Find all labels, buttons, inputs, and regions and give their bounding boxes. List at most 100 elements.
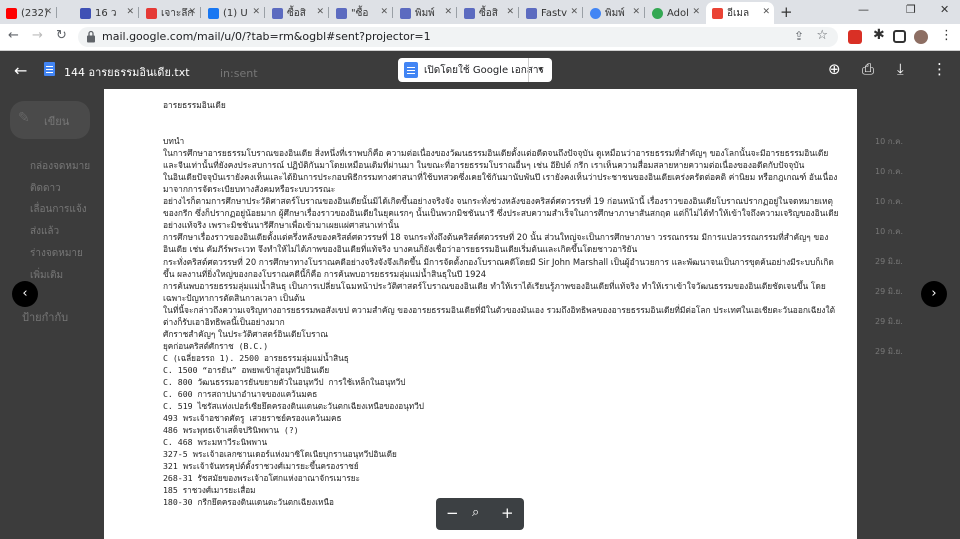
next-attachment-button[interactable]: › — [921, 281, 947, 307]
facebook-icon — [208, 7, 219, 19]
tab-separator — [200, 7, 201, 18]
site-favicon-icon — [80, 7, 91, 19]
tab-separator — [456, 7, 457, 18]
browser-tab[interactable]: พิมพ์ ✕ — [584, 2, 644, 24]
site-favicon-icon — [464, 7, 475, 19]
tab-title: (1) U — [223, 7, 248, 19]
labels-heading: ป้ายกำกับ — [22, 311, 69, 324]
close-tab-icon[interactable]: ✕ — [444, 7, 452, 17]
tab-separator — [138, 7, 139, 18]
close-tab-icon[interactable]: ✕ — [570, 7, 578, 17]
tab-separator — [56, 7, 57, 18]
google-docs-icon — [404, 62, 418, 78]
text-file-icon — [44, 62, 55, 76]
close-tab-icon[interactable]: ✕ — [632, 7, 640, 17]
email-date: 29 มิ.ย. — [875, 257, 903, 266]
close-tab-icon[interactable]: ✕ — [692, 7, 700, 17]
open-with-label: เปิดโดยใช้ Google เอกสาร — [424, 65, 544, 76]
close-tab-icon[interactable]: ✕ — [380, 7, 388, 17]
lock-icon — [87, 30, 95, 43]
email-date: 10 ก.ค. — [875, 227, 904, 236]
tab-separator — [518, 7, 519, 18]
site-favicon-icon — [272, 7, 283, 19]
paragraph: อย่างไรก็ตามการศึกษาประวัติศาสตร์โบราณขอ… — [163, 196, 839, 231]
document-page: อารยธรรมอินเดีย บทนำ ในการศึกษาอารยธรรมโ… — [104, 89, 857, 539]
email-date: 10 ก.ค. — [875, 167, 904, 176]
paragraph: การค้นพบอารยธรรมลุ่มแม่น้ำสินธุ เป็นการเ… — [163, 280, 826, 303]
open-with-google-docs-button[interactable]: เปิดโดยใช้ Google เอกสาร ▾ — [398, 58, 552, 82]
timeline-subheading: ยุคก่อนคริสต์ศักราช (B.C.) — [163, 340, 269, 351]
more-options-icon[interactable]: ⋮ — [932, 60, 947, 78]
zoom-out-button[interactable]: − — [446, 504, 459, 522]
new-tab-button[interactable]: + — [780, 3, 793, 21]
close-tab-icon[interactable]: ✕ — [188, 7, 196, 17]
tab-title: อีเมล — [727, 7, 750, 19]
close-tab-icon[interactable]: ✕ — [252, 7, 260, 17]
zoom-reset-icon[interactable]: ⌕ — [472, 505, 479, 520]
browser-tab[interactable]: (232) ✕ — [0, 2, 56, 24]
site-favicon-icon — [526, 7, 537, 19]
extension-icon[interactable] — [848, 30, 862, 44]
side-panel-icon[interactable] — [893, 30, 906, 43]
timeline-entry: C. 468 พระมหาวีระนิพพาน — [163, 437, 268, 448]
browser-tab[interactable]: "ซื้อ ✕ — [330, 2, 392, 24]
document-text: อารยธรรมอินเดีย บทนำ ในการศึกษาอารยธรรมโ… — [163, 99, 839, 509]
sidebar-item-inbox: กล่องจดหมาย — [30, 161, 91, 172]
sidebar-item-more: เพิ่มเติม — [30, 270, 64, 281]
site-favicon-icon — [336, 7, 347, 19]
address-bar[interactable]: mail.google.com/mail/u/0/?tab=rm&ogbl#se… — [78, 27, 838, 47]
paragraph: ในอินเดียปัจจุบันเรายังคงเห็นและได้ยินกา… — [163, 172, 838, 195]
browser-tab[interactable]: (1) U ✕ — [202, 2, 264, 24]
close-tab-icon[interactable]: ✕ — [762, 7, 770, 17]
reload-icon[interactable]: ↻ — [56, 28, 67, 43]
site-favicon-icon — [146, 7, 157, 19]
intro-heading: บทนำ — [163, 136, 185, 147]
close-tab-icon[interactable]: ✕ — [506, 7, 514, 17]
back-icon[interactable]: ← — [8, 28, 19, 43]
browser-tab[interactable]: ซื้อสิ ✕ — [458, 2, 518, 24]
menu-kebab-icon[interactable]: ⋮ — [940, 28, 953, 43]
minimize-button[interactable]: — — [858, 3, 869, 16]
previous-attachment-button[interactable]: ‹ — [12, 281, 38, 307]
close-tab-icon[interactable]: ✕ — [44, 7, 52, 17]
tab-title: Fastv — [541, 7, 568, 19]
paragraph: ในการศึกษาอารยธรรมโบราณของอินเดีย สิ่งหน… — [163, 148, 829, 171]
paragraph: ในที่นี้จะกล่าวถึงความเจริญทางอารยธรรมพอ… — [163, 304, 836, 327]
restore-button[interactable]: ❐ — [906, 3, 916, 16]
tab-separator — [582, 7, 583, 18]
file-name: 144 อารยธรรมอินเดีย.txt — [64, 66, 190, 79]
profile-avatar[interactable] — [914, 30, 928, 44]
close-tab-icon[interactable]: ✕ — [126, 7, 134, 17]
forward-icon[interactable]: → — [32, 28, 43, 43]
timeline-entry: C. 600 การสถาปนาอำนาจของแคว้นมคธ — [163, 389, 318, 400]
close-tab-icon[interactable]: ✕ — [316, 7, 324, 17]
browser-tab[interactable]: เจาะลึก ✕ — [140, 2, 200, 24]
bookmark-star-icon[interactable]: ☆ — [816, 28, 828, 43]
add-to-drive-icon[interactable]: ⊕ — [828, 60, 841, 78]
site-favicon-icon — [590, 7, 601, 19]
timeline-entry: C. 1500 “อารยัน” อพยพเข้าสู่อนุทวีปอินเด… — [163, 364, 330, 375]
close-viewer-icon[interactable]: ← — [14, 61, 27, 80]
sidebar-item-snoozed: เลื่อนการแจ้ง — [30, 204, 87, 215]
zoom-in-button[interactable]: + — [501, 504, 514, 522]
browser-tab[interactable]: Fastv ✕ — [520, 2, 582, 24]
tab-separator — [392, 7, 393, 18]
tab-title: พิมพ์ — [605, 7, 625, 19]
download-icon[interactable]: ⤓ — [897, 60, 904, 78]
tab-title: ซื้อสิ — [287, 7, 306, 19]
extensions-puzzle-icon[interactable]: ✱ — [873, 27, 885, 43]
browser-tab[interactable]: พิมพ์ ✕ — [394, 2, 456, 24]
browser-tab[interactable]: Adol ✕ — [646, 2, 704, 24]
print-icon[interactable]: ⎙ — [862, 60, 874, 78]
youtube-icon — [6, 7, 17, 19]
sidebar-item-sent: ส่งแล้ว — [30, 226, 60, 237]
share-icon[interactable]: ⇪ — [794, 29, 804, 43]
open-with-dropdown[interactable]: ▾ — [528, 58, 552, 82]
gmail-icon — [712, 7, 723, 19]
close-window-button[interactable]: ✕ — [940, 3, 949, 16]
url-text: mail.google.com/mail/u/0/?tab=rm&ogbl#se… — [102, 30, 431, 43]
browser-tab[interactable]: ซื้อสิ ✕ — [266, 2, 328, 24]
browser-tab-active[interactable]: อีเมล ✕ — [706, 2, 774, 24]
browser-tab[interactable]: 16 ว ✕ — [74, 2, 138, 24]
tab-title: พิมพ์ — [415, 7, 435, 19]
